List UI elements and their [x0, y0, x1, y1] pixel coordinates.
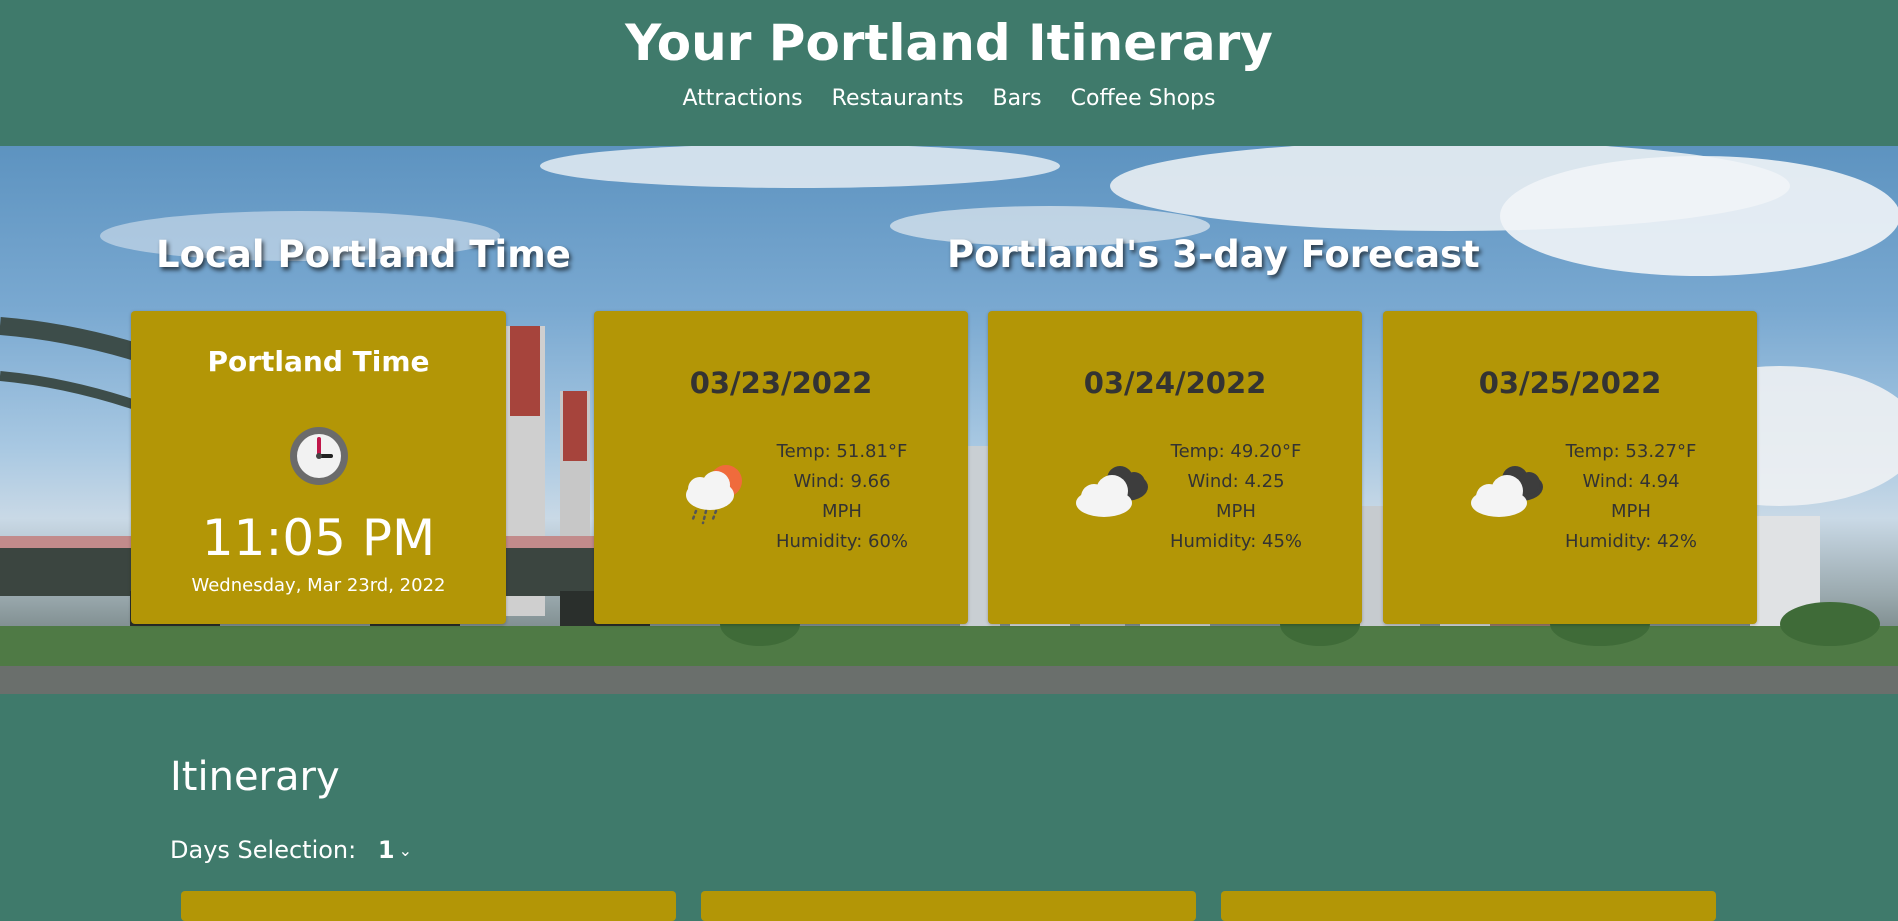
forecast-date: 03/24/2022: [1083, 366, 1267, 400]
forecast-wind-unit: MPH: [822, 501, 862, 522]
days-selection-row: Days Selection: 1 ⌄: [170, 834, 412, 867]
itinerary-day-card: [181, 891, 676, 921]
days-select[interactable]: 1 ⌄: [378, 834, 412, 867]
main-nav: Attractions Restaurants Bars Coffee Shop…: [0, 84, 1898, 114]
itinerary-day-card: [1221, 891, 1716, 921]
forecast-wind: Wind: 4.25: [1187, 471, 1285, 492]
forecast-wind: Wind: 4.94: [1582, 471, 1680, 492]
days-select-value: 1: [377, 836, 395, 864]
forecast-humidity: Humidity: 60%: [775, 531, 909, 552]
time-section-heading: Local Portland Time: [156, 233, 571, 276]
forecast-wind-unit: MPH: [1611, 501, 1651, 522]
forecast-card-day-3: 03/25/2022 Temp: 53.27°F Wind: 4.94 MPH …: [1383, 311, 1757, 624]
forecast-details: Temp: 53.27°F Wind: 4.94 MPH Humidity: 4…: [1559, 437, 1703, 557]
forecast-temp: Temp: 49.20°F: [1170, 441, 1302, 462]
nav-link-attractions[interactable]: Attractions: [683, 86, 803, 111]
hero-banner: Local Portland Time Portland's 3-day For…: [0, 146, 1898, 694]
cloudy-icon: [1064, 451, 1160, 531]
nav-link-coffee-shops[interactable]: Coffee Shops: [1071, 86, 1216, 111]
forecast-humidity: Humidity: 42%: [1564, 531, 1698, 552]
forecast-card-day-1: 03/23/2022 Temp: 51.81°F Wind: 9.66 MPH …: [594, 311, 968, 624]
forecast-wind: Wind: 9.66: [793, 471, 891, 492]
site-header: Your Portland Itinerary Attractions Rest…: [0, 0, 1898, 146]
time-card-title: Portland Time: [207, 345, 430, 378]
clock-icon: [288, 425, 350, 487]
forecast-date: 03/25/2022: [1478, 366, 1662, 400]
nav-link-restaurants[interactable]: Restaurants: [832, 86, 964, 111]
site-title: Your Portland Itinerary: [625, 14, 1273, 72]
current-date: Wednesday, Mar 23rd, 2022: [191, 575, 446, 596]
days-selection-label: Days Selection:: [170, 836, 357, 864]
portland-time-card: Portland Time 11:05 PM Wednesday, Mar 23…: [131, 311, 506, 624]
forecast-date: 03/23/2022: [689, 366, 873, 400]
forecast-section-heading: Portland's 3-day Forecast: [947, 233, 1480, 276]
rain-cloud-sun-icon: [670, 451, 766, 531]
forecast-details: Temp: 49.20°F Wind: 4.25 MPH Humidity: 4…: [1164, 437, 1308, 557]
itinerary-heading: Itinerary: [170, 754, 340, 800]
nav-link-bars[interactable]: Bars: [993, 86, 1042, 111]
forecast-card-day-2: 03/24/2022 Temp: 49.20°F Wind: 4.25 MPH …: [988, 311, 1362, 624]
itinerary-day-card: [701, 891, 1196, 921]
forecast-wind-unit: MPH: [1216, 501, 1256, 522]
forecast-temp: Temp: 53.27°F: [1565, 441, 1697, 462]
forecast-temp: Temp: 51.81°F: [776, 441, 908, 462]
forecast-humidity: Humidity: 45%: [1169, 531, 1303, 552]
forecast-details: Temp: 51.81°F Wind: 9.66 MPH Humidity: 6…: [770, 437, 914, 557]
current-time: 11:05 PM: [201, 509, 436, 567]
cloudy-icon: [1459, 451, 1555, 531]
chevron-down-icon: ⌄: [398, 841, 412, 860]
